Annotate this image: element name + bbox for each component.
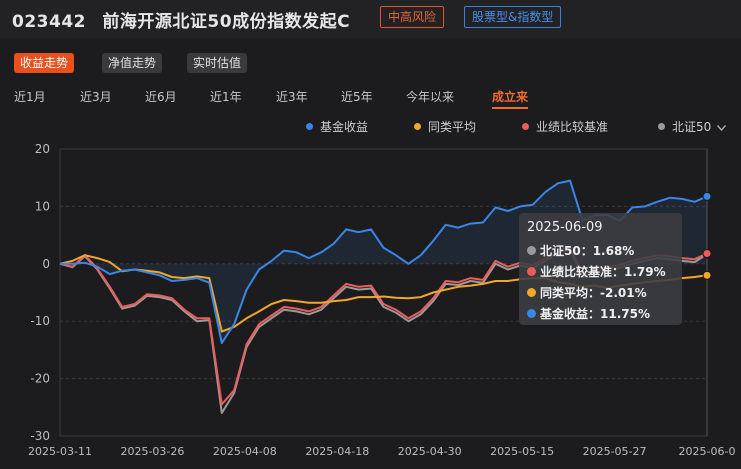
tooltip-dot (527, 267, 536, 276)
y-tick-label: 20 (35, 142, 50, 156)
tooltip-date: 2025-06-09 (527, 220, 603, 235)
x-tick-label: 2025-04-18 (305, 445, 369, 458)
tooltip-value: 同类平均：-2.01% (540, 286, 647, 300)
x-tick-label: 2025-04-30 (398, 445, 462, 458)
y-tick-label: 10 (35, 199, 50, 213)
x-tick-label: 2025-03-11 (28, 445, 92, 458)
series-end-point (702, 270, 712, 280)
tooltip-dot (527, 288, 536, 297)
x-tick-label: 2025-04-08 (213, 445, 277, 458)
x-tick-label: 2025-03-26 (120, 445, 184, 458)
series-end-point (702, 191, 712, 201)
x-tick-label: 2025-05-27 (583, 445, 647, 458)
y-tick-label: -30 (30, 429, 50, 443)
tooltip-value: 业绩比较基准：1.79% (540, 265, 666, 279)
x-tick-label: 2025-05-15 (490, 445, 554, 458)
y-tick-label: -10 (30, 314, 50, 328)
tooltip-row-index: 北证50：1.68% (527, 242, 634, 259)
y-tick-label: -20 (30, 372, 50, 386)
tooltip-row-benchmark: 业绩比较基准：1.79% (527, 263, 666, 280)
tooltip-row-peer-avg: 同类平均：-2.01% (527, 284, 647, 301)
tooltip-dot (527, 309, 536, 318)
x-tick-label: 2025-06-0 (679, 445, 736, 458)
y-tick-label: 0 (42, 257, 50, 271)
tooltip-row-fund: 基金收益：11.75% (527, 305, 650, 322)
tooltip-value: 基金收益：11.75% (540, 307, 650, 321)
chart-tooltip: 2025-06-09 北证50：1.68% 业绩比较基准：1.79% 同类平均：… (519, 213, 682, 325)
series-end-point (702, 249, 712, 259)
tooltip-dot (527, 246, 536, 255)
tooltip-value: 北证50：1.68% (540, 244, 635, 258)
